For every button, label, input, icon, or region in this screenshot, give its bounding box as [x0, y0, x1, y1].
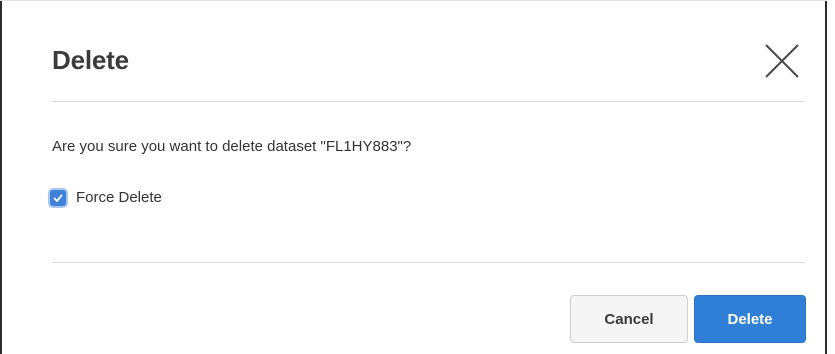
delete-dialog: Delete Are you sure you want to delete d…: [0, 0, 827, 354]
checkmark-icon: [53, 194, 63, 202]
checkbox-box[interactable]: [50, 189, 66, 206]
close-button[interactable]: [764, 43, 800, 79]
header-divider: [52, 101, 805, 102]
close-icon: [765, 44, 799, 78]
window-frame-right: [825, 1, 827, 354]
cancel-button[interactable]: Cancel: [570, 295, 688, 343]
force-delete-checkbox[interactable]: Force Delete: [50, 189, 162, 206]
dialog-title: Delete: [52, 45, 129, 75]
delete-button[interactable]: Delete: [694, 295, 806, 343]
confirmation-message: Are you sure you want to delete dataset …: [52, 138, 412, 155]
footer-divider: [52, 262, 805, 263]
force-delete-label: Force Delete: [76, 189, 162, 206]
window-frame-left: [0, 1, 2, 354]
